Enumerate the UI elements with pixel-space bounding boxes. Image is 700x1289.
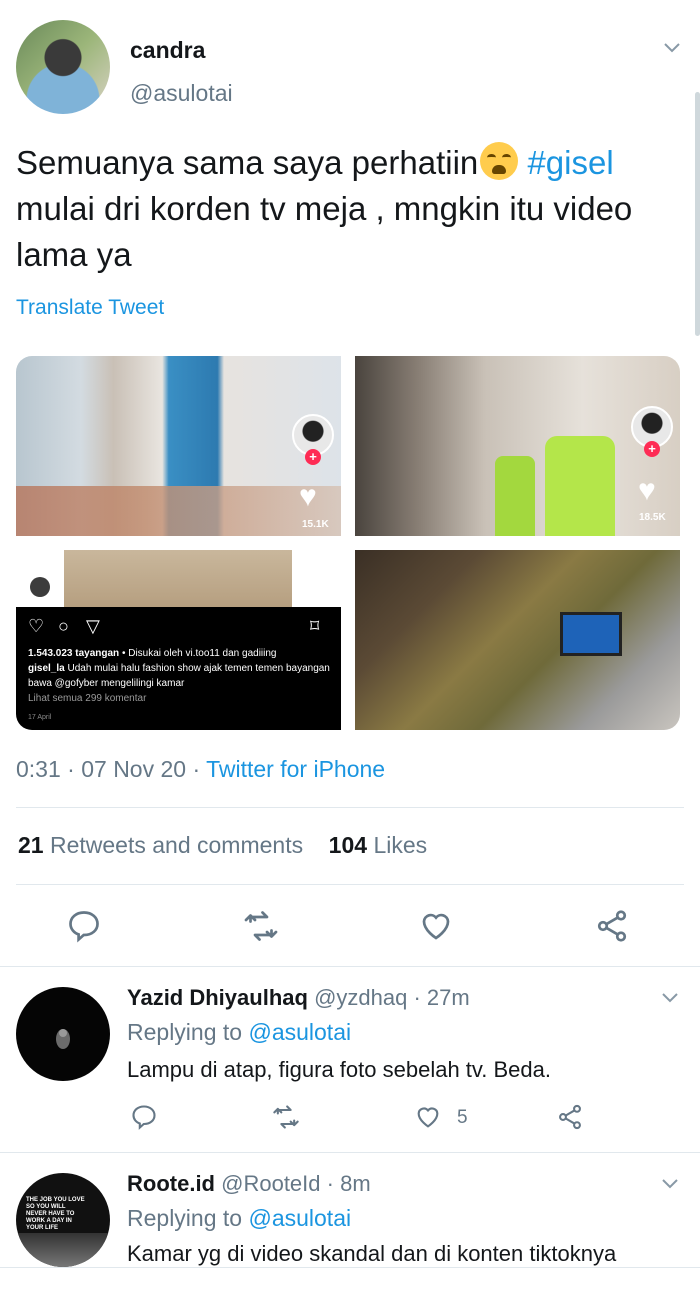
send-icon: ▽ <box>86 616 100 636</box>
media-video-1[interactable]: + ♥ 15.1K <box>16 356 341 536</box>
reply-display-name[interactable]: Roote.id <box>127 1171 215 1196</box>
avatar[interactable] <box>16 987 110 1081</box>
instagram-views: 1.543.023 tayangan <box>28 648 120 659</box>
plus-icon: + <box>644 441 660 457</box>
media-video-4[interactable] <box>355 550 680 730</box>
tweet-actions <box>0 902 700 952</box>
reply-icon[interactable] <box>66 908 102 944</box>
media-floor <box>16 486 341 536</box>
reply-text: Lampu di atap, figura foto sebelah tv. B… <box>127 1057 551 1082</box>
translate-tweet-link[interactable]: Translate Tweet <box>16 296 164 320</box>
tweet-header: candra @asulotai <box>16 20 684 120</box>
divider <box>0 1267 700 1268</box>
reply-handle[interactable]: @RooteId <box>221 1171 320 1196</box>
instagram-comments-link: Lihat semua 299 komentar <box>28 693 147 704</box>
likes-count[interactable]: 104 <box>329 832 367 858</box>
replying-to: Replying to @asulotai <box>127 1205 351 1232</box>
tweet-time: 0:31 <box>16 756 61 782</box>
replying-to-link[interactable]: @asulotai <box>248 1019 351 1045</box>
tweet-meta: 0:31 · 07 Nov 20 · Twitter for iPhone <box>16 756 386 782</box>
retweets-label[interactable]: Retweets and comments <box>50 832 303 858</box>
comment-icon: ○ <box>58 616 69 636</box>
tweet-text: Semuanya sama saya perhatiin #gisel mula… <box>16 140 686 278</box>
reply-author: Roote.id @RooteId · 8m <box>127 1171 371 1197</box>
scrollbar[interactable] <box>695 92 700 336</box>
bookmark-icon: ⌑ <box>310 616 320 636</box>
media-tv <box>560 612 622 656</box>
retweet-icon[interactable] <box>271 1103 301 1131</box>
reply-text: Kamar yg di video skandal dan di konten … <box>127 1241 617 1266</box>
tweet-stats: 21 Retweets and comments 104 Likes <box>18 832 427 859</box>
instagram-caption-user: gisel_la <box>28 663 65 674</box>
like-icon[interactable] <box>418 908 454 944</box>
replying-to-label: Replying to <box>127 1205 243 1231</box>
media-figure <box>495 456 535 536</box>
instagram-caption-text: Udah mulai halu fashion show ajak temen … <box>28 663 330 689</box>
instagram-date: 17 April <box>28 714 52 721</box>
chevron-down-icon[interactable] <box>660 988 680 1008</box>
instagram-caption: 1.543.023 tayangan • Disukai oleh vi.too… <box>28 646 333 706</box>
divider <box>16 807 684 808</box>
heart-icon: ♥ <box>638 474 656 507</box>
chevron-down-icon[interactable] <box>662 38 682 58</box>
reply-icon[interactable] <box>130 1103 158 1131</box>
tweet-date: 07 Nov 20 <box>81 756 187 782</box>
reply-tweet[interactable]: THE JOB YOU LOVE SO YOU WILL NEVER HAVE … <box>0 1153 700 1267</box>
reply-author: Yazid Dhiyaulhaq @yzdhaq · 27m <box>127 985 470 1011</box>
reply-handle[interactable]: @yzdhaq <box>314 985 407 1010</box>
display-name[interactable]: candra <box>130 37 205 64</box>
hashtag-link[interactable]: #gisel <box>527 144 613 181</box>
media-figure <box>545 436 615 536</box>
tiktok-like-count: 18.5K <box>639 512 666 523</box>
avatar[interactable] <box>16 20 110 114</box>
loudly-crying-face-emoji <box>480 142 519 180</box>
heart-icon: ♥ <box>299 480 317 513</box>
reply-time: · 27m <box>413 985 470 1010</box>
share-icon[interactable] <box>556 1103 584 1131</box>
tweet-text-part1: Semuanya sama saya perhatiin <box>16 144 479 181</box>
like-icon[interactable] <box>414 1103 442 1131</box>
reply-tweet[interactable]: Yazid Dhiyaulhaq @yzdhaq · 27m Replying … <box>0 967 700 1152</box>
media-instagram-screenshot[interactable]: ♡ ○ ▽ ⌑ 1.543.023 tayangan • Disukai ole… <box>16 550 341 730</box>
avatar-text: THE JOB YOU LOVE SO YOU WILL NEVER HAVE … <box>26 1197 85 1231</box>
user-handle[interactable]: @asulotai <box>130 80 233 107</box>
avatar-figure <box>56 1029 70 1049</box>
reply-like-count: 5 <box>457 1107 468 1128</box>
share-icon[interactable] <box>594 908 630 944</box>
instagram-liked-by: • Disukai oleh vi.too11 dan gadiiing <box>121 648 277 659</box>
replying-to: Replying to @asulotai <box>127 1019 351 1046</box>
media-video-2[interactable]: + ♥ 18.5K <box>355 356 680 536</box>
media-floor <box>64 550 292 607</box>
divider <box>16 884 684 885</box>
plus-icon: + <box>305 449 321 465</box>
avatar[interactable]: THE JOB YOU LOVE SO YOU WILL NEVER HAVE … <box>16 1173 110 1267</box>
replying-to-link[interactable]: @asulotai <box>248 1205 351 1231</box>
instagram-actions: ♡ ○ ▽ ⌑ <box>28 616 328 640</box>
chevron-down-icon[interactable] <box>660 1174 680 1194</box>
avatar-crowd <box>16 1233 110 1267</box>
tiktok-like-count: 15.1K <box>302 519 329 530</box>
reply-display-name[interactable]: Yazid Dhiyaulhaq <box>127 985 308 1010</box>
retweet-icon[interactable] <box>242 908 280 944</box>
heart-outline-icon: ♡ <box>28 616 45 636</box>
replying-to-label: Replying to <box>127 1019 243 1045</box>
likes-label[interactable]: Likes <box>373 832 427 858</box>
reply-time: · 8m <box>326 1171 371 1196</box>
instagram-avatar <box>30 577 50 597</box>
retweets-count[interactable]: 21 <box>18 832 44 858</box>
tweet-source-link[interactable]: Twitter for iPhone <box>206 756 385 782</box>
media-grid: + ♥ 15.1K + ♥ 18.5K ♡ ○ ▽ ⌑ 1.543.023 ta… <box>16 356 680 730</box>
tweet-text-part2: mulai dri korden tv meja , mngkin itu vi… <box>16 190 633 273</box>
